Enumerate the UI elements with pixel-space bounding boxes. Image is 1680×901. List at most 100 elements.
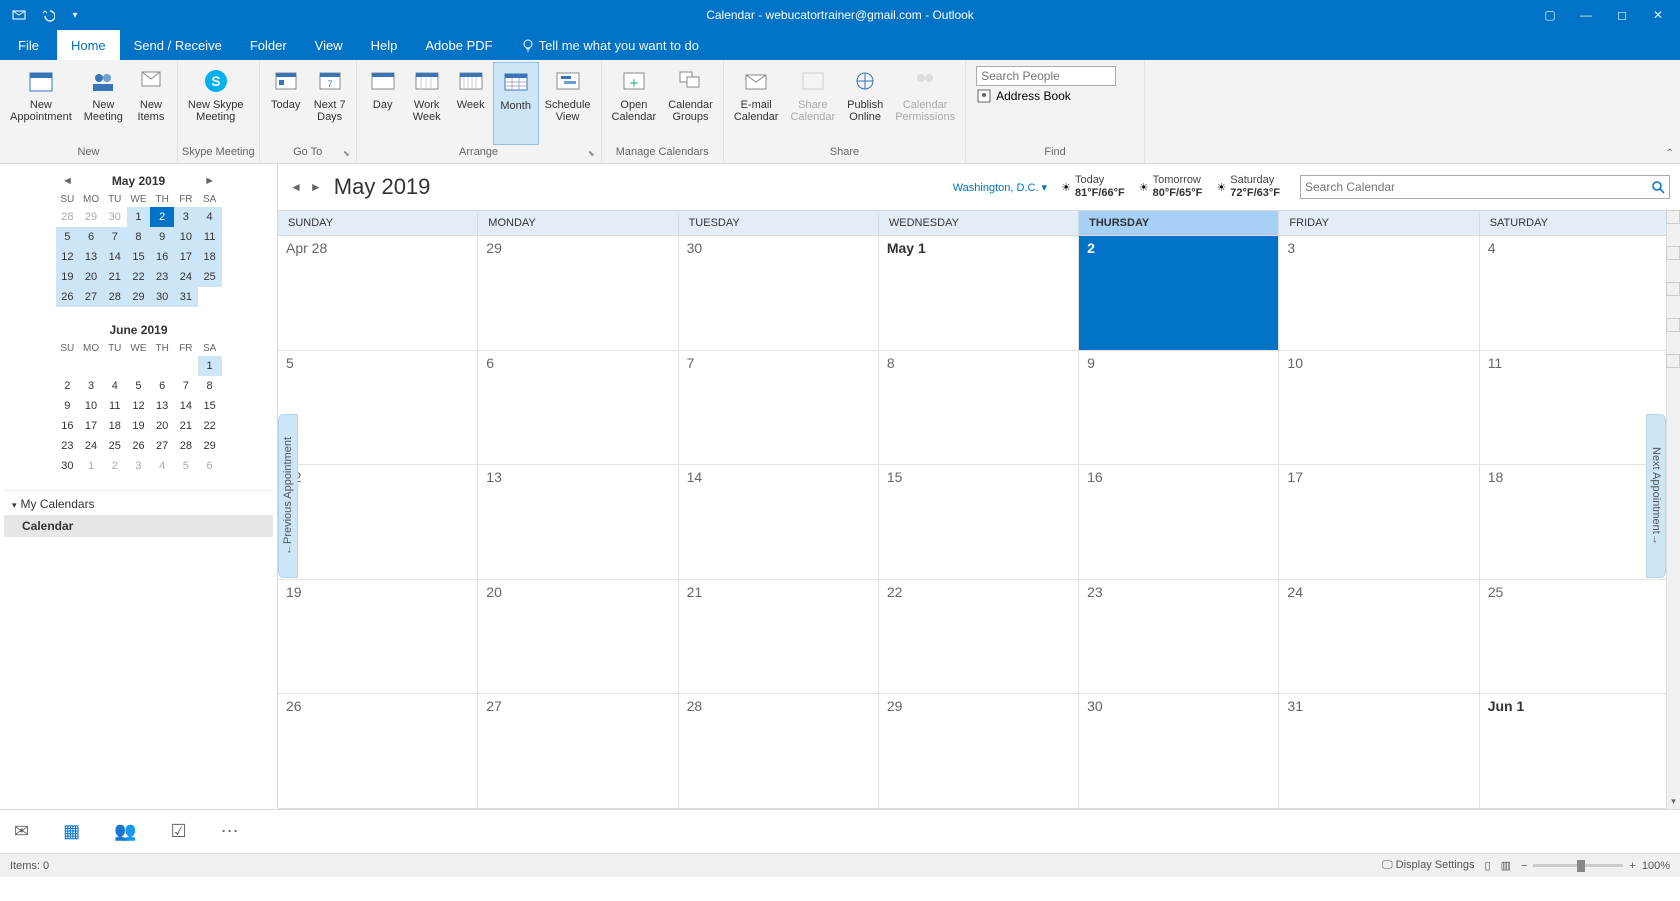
mini-day[interactable]: 24 <box>174 267 198 287</box>
view-normal-icon[interactable]: ▯ <box>1485 859 1491 872</box>
tab-folder[interactable]: Folder <box>236 30 301 60</box>
day-cell[interactable]: 2 <box>1079 236 1279 350</box>
tab-adobe-pdf[interactable]: Adobe PDF <box>411 30 506 60</box>
new-items-button[interactable]: New Items <box>129 62 173 145</box>
today-button[interactable]: Today <box>264 62 308 145</box>
peek-tasks-icon[interactable] <box>1666 282 1680 296</box>
mini-day[interactable]: 22 <box>127 267 151 287</box>
mini-day[interactable]: 4 <box>103 376 127 396</box>
day-cell[interactable]: 31 <box>1279 694 1479 808</box>
day-cell[interactable]: 6 <box>478 351 678 465</box>
day-cell[interactable]: 29 <box>478 236 678 350</box>
new-meeting-button[interactable]: New Meeting <box>78 62 129 145</box>
mini-day[interactable]: 30 <box>103 207 127 227</box>
mini-day[interactable]: 23 <box>56 436 80 456</box>
mini-day[interactable]: 21 <box>103 267 127 287</box>
day-cell[interactable]: 14 <box>679 465 879 579</box>
weather-location[interactable]: Washington, D.C. ▾ <box>953 181 1047 194</box>
new-appointment-button[interactable]: New Appointment <box>4 62 78 145</box>
day-cell[interactable]: 25 <box>1480 580 1680 694</box>
day-cell[interactable]: 4 <box>1480 236 1680 350</box>
publish-online-button[interactable]: Publish Online <box>841 62 889 145</box>
day-cell[interactable]: 7 <box>679 351 879 465</box>
mini-day[interactable]: 6 <box>79 227 103 247</box>
day-cell[interactable]: 19 <box>278 580 478 694</box>
day-cell[interactable]: 28 <box>679 694 879 808</box>
mini-day[interactable]: 20 <box>150 416 174 436</box>
mini-day[interactable]: 1 <box>198 356 222 376</box>
mini-day[interactable]: 2 <box>56 376 80 396</box>
day-cell[interactable]: 5 <box>278 351 478 465</box>
mini-day[interactable]: 25 <box>103 436 127 456</box>
day-cell[interactable]: 13 <box>478 465 678 579</box>
day-cell[interactable]: 30 <box>1079 694 1279 808</box>
day-cell[interactable]: 20 <box>478 580 678 694</box>
mini-day[interactable]: 16 <box>56 416 80 436</box>
day-cell[interactable]: 27 <box>478 694 678 808</box>
mini-day[interactable]: 15 <box>127 247 151 267</box>
mini-day[interactable]: 7 <box>174 376 198 396</box>
day-cell[interactable]: 3 <box>1279 236 1479 350</box>
next-month-icon[interactable]: ► <box>308 178 324 196</box>
mini-day[interactable]: 29 <box>198 436 222 456</box>
nav-mail-icon[interactable]: ✉ <box>14 821 29 842</box>
mini-day[interactable]: 5 <box>174 456 198 476</box>
mini-day[interactable]: 13 <box>79 247 103 267</box>
next-appointment-button[interactable]: Next Appointment → <box>1646 414 1666 578</box>
tab-send-receive[interactable]: Send / Receive <box>120 30 236 60</box>
nav-more-icon[interactable]: ⋯ <box>221 821 239 842</box>
mini-day[interactable]: 13 <box>150 396 174 416</box>
tab-home[interactable]: Home <box>57 30 120 60</box>
mini-day[interactable]: 26 <box>56 287 80 307</box>
tab-help[interactable]: Help <box>357 30 412 60</box>
mini-day[interactable]: 27 <box>150 436 174 456</box>
mini-day[interactable]: 9 <box>56 396 80 416</box>
goto-dialog-icon[interactable]: ⬊ <box>343 147 350 161</box>
previous-appointment-button[interactable]: ← Previous Appointment <box>278 414 298 578</box>
nav-people-icon[interactable]: 👥 <box>114 821 136 842</box>
peek-icon-5[interactable] <box>1666 354 1680 368</box>
mini-day[interactable]: 4 <box>150 456 174 476</box>
weather-day[interactable]: ☀Saturday72°F/63°F <box>1216 174 1280 200</box>
tell-me[interactable]: Tell me what you want to do <box>507 30 699 60</box>
mini-day[interactable]: 5 <box>127 376 151 396</box>
zoom-out-icon[interactable]: − <box>1521 860 1527 872</box>
qat-customize-icon[interactable]: ▾ <box>64 4 86 26</box>
mini-day[interactable]: 16 <box>150 247 174 267</box>
mini-day[interactable]: 2 <box>150 207 174 227</box>
calendar-groups-button[interactable]: Calendar Groups <box>662 62 719 145</box>
day-cell[interactable]: 24 <box>1279 580 1479 694</box>
nav-tasks-icon[interactable]: ☑ <box>171 821 187 842</box>
mini-day[interactable]: 6 <box>150 376 174 396</box>
tab-file[interactable]: File <box>0 30 57 60</box>
mini-day[interactable]: 12 <box>56 247 80 267</box>
work-week-button[interactable]: Work Week <box>405 62 449 145</box>
weather-day[interactable]: ☀Tomorrow80°F/65°F <box>1139 174 1203 200</box>
mini-day[interactable]: 3 <box>127 456 151 476</box>
day-cell[interactable]: 23 <box>1079 580 1279 694</box>
mini-day[interactable]: 18 <box>198 247 222 267</box>
display-settings-button[interactable]: 🖵 Display Settings <box>1382 859 1475 872</box>
mini-day[interactable]: 11 <box>103 396 127 416</box>
maximize-icon[interactable]: ◻ <box>1608 8 1636 22</box>
month-button[interactable]: Month <box>493 62 539 145</box>
mini-day[interactable]: 8 <box>198 376 222 396</box>
qat-send-receive-icon[interactable] <box>8 4 30 26</box>
mini-day[interactable]: 17 <box>79 416 103 436</box>
mini-day[interactable]: 10 <box>79 396 103 416</box>
mini-day[interactable]: 28 <box>56 207 80 227</box>
search-icon[interactable] <box>1651 180 1665 194</box>
mini-day[interactable]: 30 <box>150 287 174 307</box>
mini-day[interactable]: 30 <box>56 456 80 476</box>
mini-day[interactable]: 11 <box>198 227 222 247</box>
day-cell[interactable]: 22 <box>879 580 1079 694</box>
peek-calendar-icon[interactable] <box>1666 210 1680 224</box>
mini-day[interactable] <box>103 356 127 376</box>
mini-day[interactable] <box>79 356 103 376</box>
calendar-item[interactable]: Calendar <box>4 515 273 537</box>
mini-day[interactable]: 28 <box>174 436 198 456</box>
zoom-in-icon[interactable]: + <box>1629 860 1635 872</box>
zoom-slider[interactable]: − + 100% <box>1521 860 1670 872</box>
prev-month-icon[interactable]: ◄ <box>288 178 304 196</box>
mini-day[interactable]: 17 <box>174 247 198 267</box>
